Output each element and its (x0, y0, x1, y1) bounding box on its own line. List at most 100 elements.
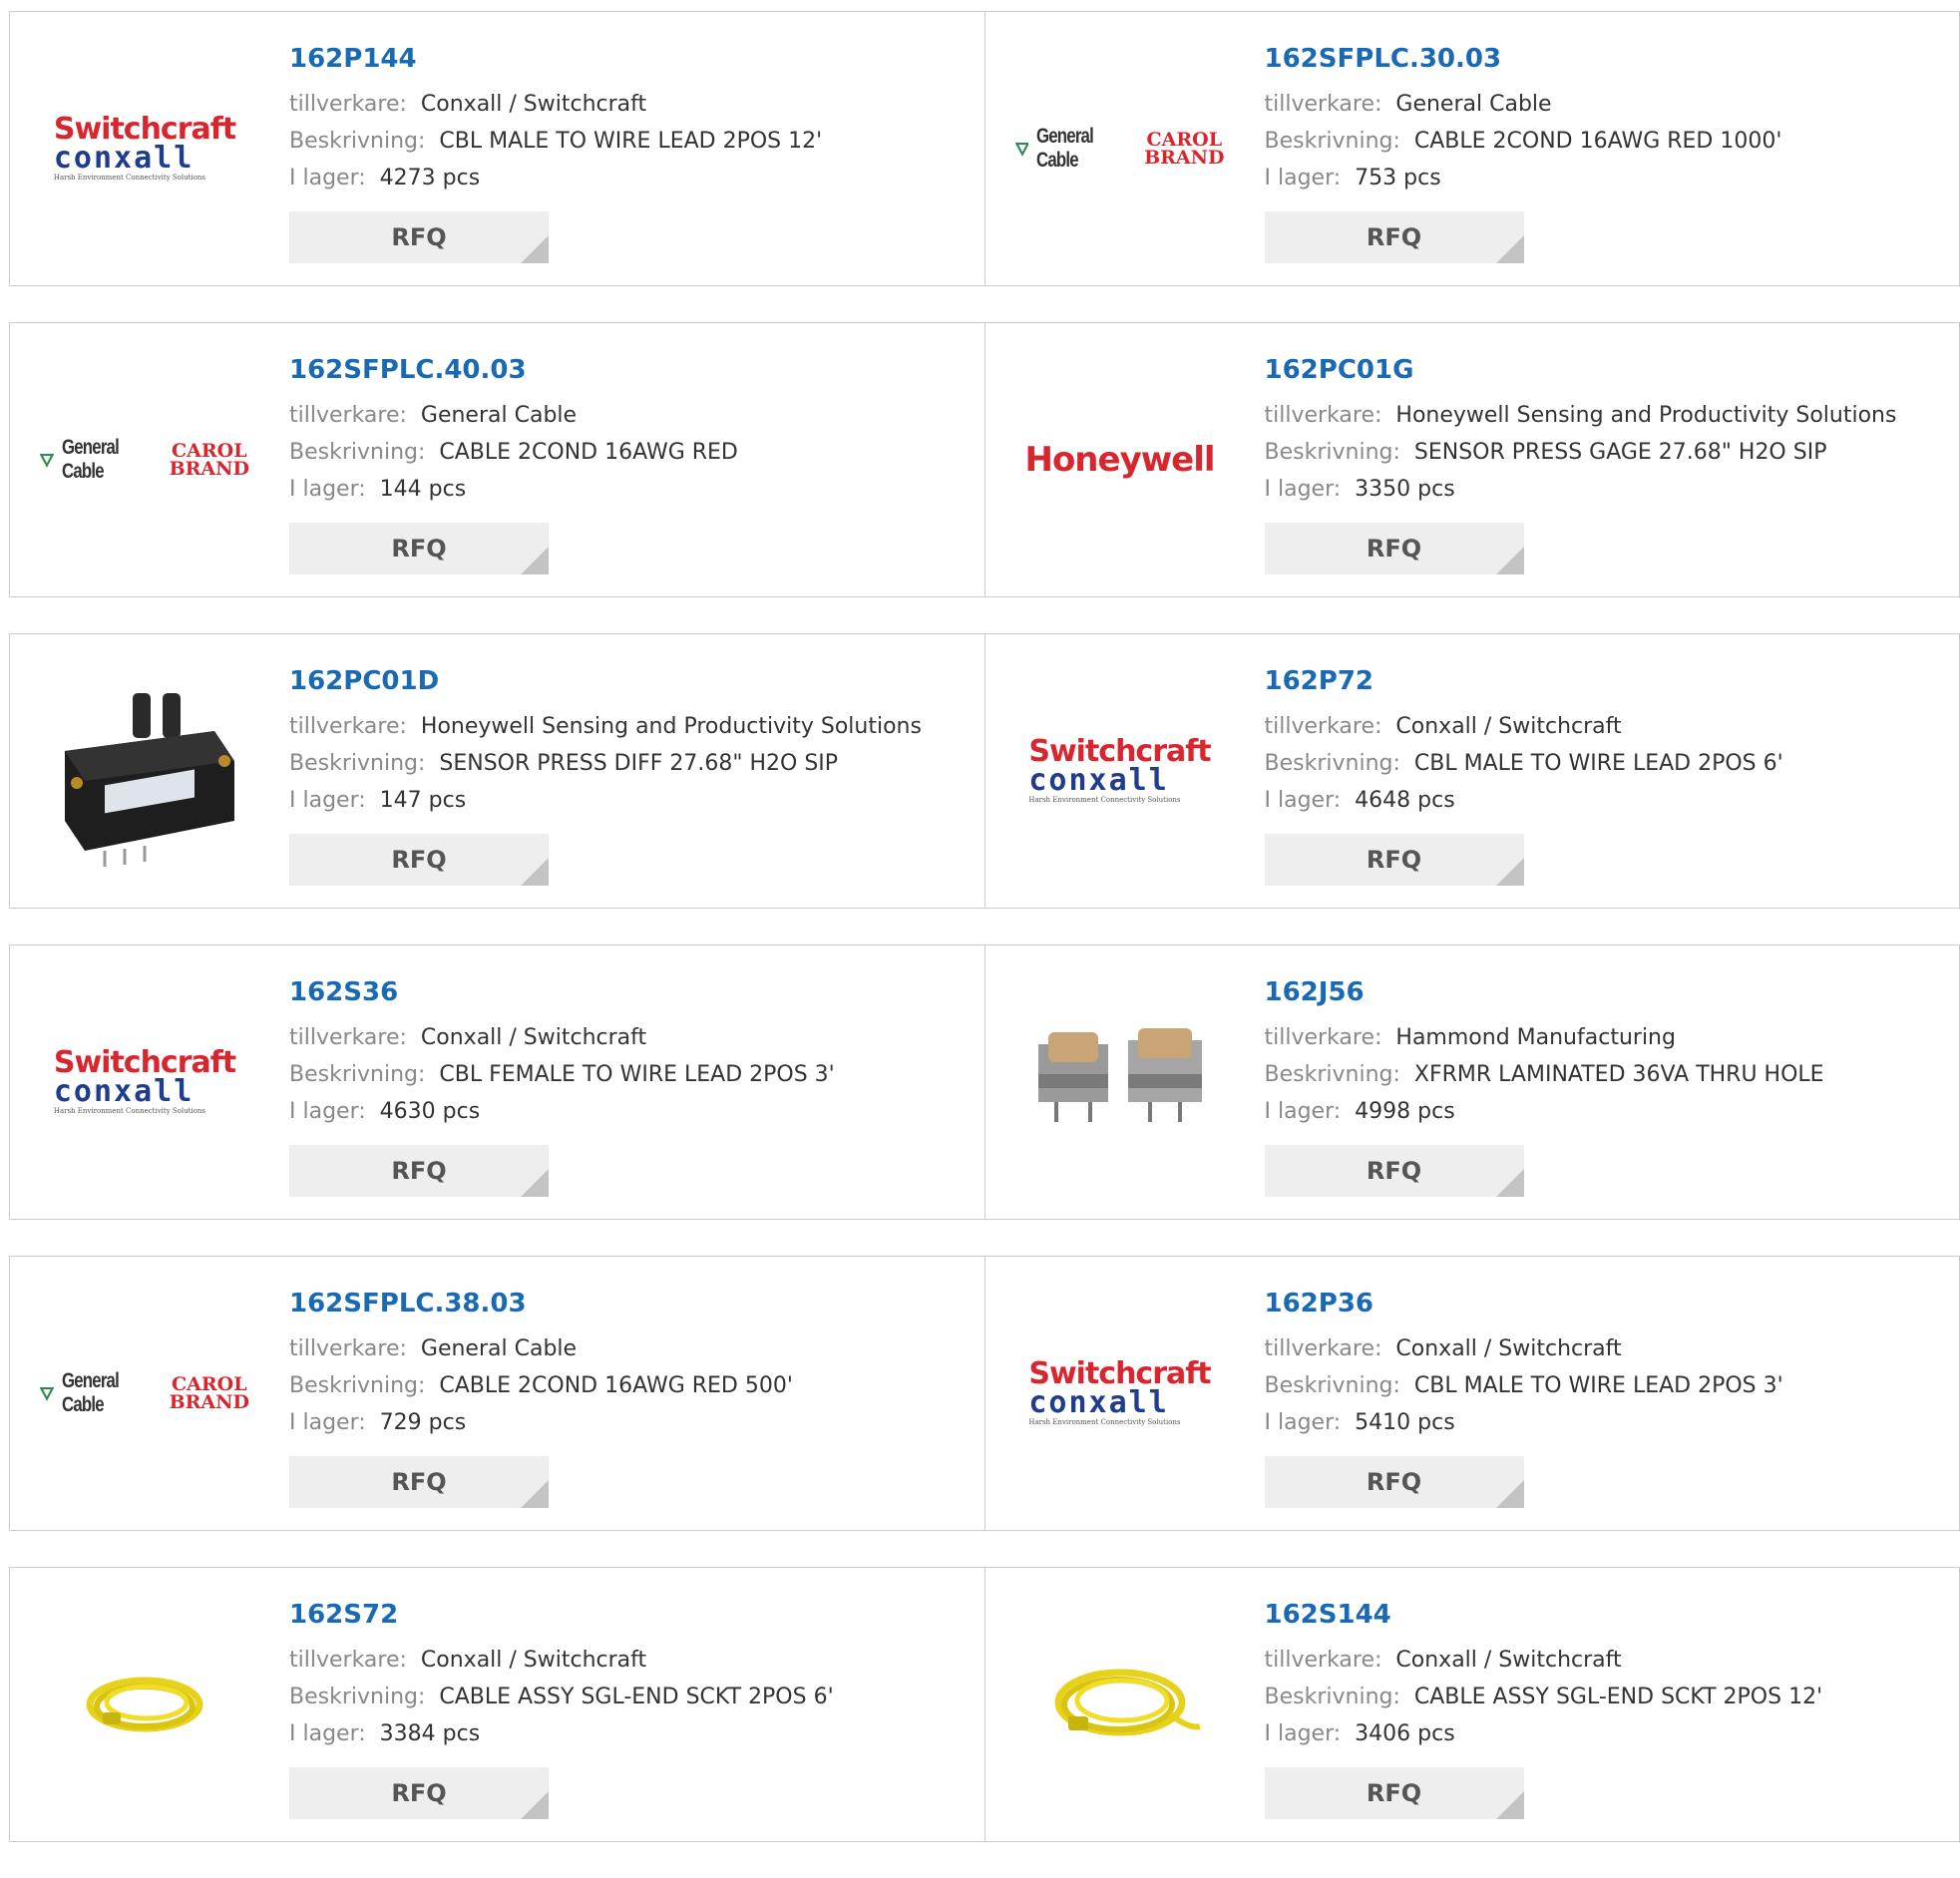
part-number-link[interactable]: 162S36 (289, 975, 968, 1009)
rfq-button[interactable]: RFQ (289, 1145, 549, 1197)
manufacturer-label: tillverkare: (1265, 403, 1382, 428)
rfq-button[interactable]: RFQ (1265, 834, 1524, 886)
product-card: General Cable CAROLBRAND 162SFPLC.40.03 … (9, 322, 985, 597)
stock-value: 4648 pcs (1355, 788, 1455, 813)
product-card: 162S144 tillverkare:Conxall / Switchcraf… (985, 1567, 1960, 1842)
stock-line: I lager:729 pcs (289, 1404, 968, 1441)
stock-value: 4998 pcs (1355, 1099, 1455, 1124)
carol-brand-mark: CAROLBRAND (1144, 131, 1224, 167)
product-card: General Cable CAROLBRAND 162SFPLC.38.03 … (9, 1256, 985, 1531)
stock-line: I lager:4273 pcs (289, 160, 968, 196)
product-grid: Switchcraft conxall Harsh Environment Co… (9, 11, 1960, 1878)
part-number-link[interactable]: 162PC01D (289, 664, 968, 698)
manufacturer-line: tillverkare:Conxall / Switchcraft (289, 1019, 968, 1056)
manufacturer-label: tillverkare: (289, 714, 407, 739)
cable-coil-icon (1020, 1605, 1220, 1804)
stock-line: I lager:147 pcs (289, 782, 968, 819)
product-card: Switchcraft conxall Harsh Environment Co… (9, 944, 985, 1220)
switchcraft-logo[interactable]: Switchcraft conxall Harsh Environment Co… (40, 977, 249, 1187)
rfq-button[interactable]: RFQ (289, 211, 549, 263)
product-card: Switchcraft conxall Harsh Environment Co… (985, 1256, 1960, 1531)
part-number-link[interactable]: 162P36 (1265, 1287, 1943, 1320)
manufacturer-value: Hammond Manufacturing (1395, 1025, 1676, 1050)
product-row: Switchcraft conxall Harsh Environment Co… (9, 944, 1960, 1220)
description-value: CABLE ASSY SGL-END SCKT 2POS 6' (439, 1685, 833, 1709)
rfq-label: RFQ (391, 535, 446, 563)
manufacturer-line: tillverkare:Conxall / Switchcraft (1265, 1642, 1943, 1679)
corner-triangle-icon (521, 1169, 549, 1197)
rfq-button[interactable]: RFQ (1265, 1767, 1524, 1819)
description-line: Beskrivning:SENSOR PRESS GAGE 27.68" H2O… (1265, 434, 1943, 471)
stock-value: 729 pcs (380, 1410, 467, 1435)
description-line: Beskrivning:CABLE 2COND 16AWG RED 1000' (1265, 123, 1943, 160)
pressure-sensor-photo[interactable] (40, 666, 249, 876)
part-number-link[interactable]: 162P144 (289, 42, 968, 76)
product-info: 162SFPLC.30.03 tillverkare:General Cable… (1265, 42, 1943, 196)
rfq-button[interactable]: RFQ (1265, 211, 1524, 263)
switchcraft-logo[interactable]: Switchcraft conxall Harsh Environment Co… (40, 44, 249, 253)
stock-label: I lager: (1265, 166, 1342, 190)
general-cable-logo[interactable]: General Cable CAROLBRAND (40, 1289, 249, 1498)
part-number-link[interactable]: 162J56 (1265, 975, 1943, 1009)
stock-value: 3350 pcs (1355, 477, 1455, 502)
corner-triangle-icon (521, 858, 549, 886)
part-number-link[interactable]: 162PC01G (1265, 353, 1943, 387)
manufacturer-value: Honeywell Sensing and Productivity Solut… (421, 714, 922, 739)
product-card: 162PC01D tillverkare: Honeywell Sensing a… (9, 633, 985, 909)
product-info: 162SFPLC.40.03 tillverkare:General Cable… (289, 353, 968, 508)
rfq-button[interactable]: RFQ (1265, 523, 1524, 574)
product-info: 162S72 tillverkare:Conxall / Switchcraft… (289, 1598, 968, 1752)
transformer-photo[interactable] (1015, 977, 1225, 1187)
switchcraft-logo[interactable]: Switchcraft conxall Harsh Environment Co… (1015, 666, 1225, 876)
rfq-button[interactable]: RFQ (289, 1456, 549, 1508)
honeywell-logo[interactable]: Honeywell (1015, 355, 1225, 564)
rfq-label: RFQ (1367, 846, 1421, 874)
description-line: Beskrivning:CBL MALE TO WIRE LEAD 2POS 1… (289, 123, 968, 160)
part-number-link[interactable]: 162SFPLC.38.03 (289, 1287, 968, 1320)
product-info: 162J56 tillverkare:Hammond Manufacturing… (1265, 975, 1943, 1130)
description-label: Beskrivning: (289, 1062, 425, 1087)
description-value: CABLE 2COND 16AWG RED 500' (439, 1373, 793, 1398)
yellow-cable-photo[interactable] (40, 1600, 249, 1809)
yellow-cable-photo[interactable] (1015, 1600, 1225, 1809)
general-cable-wordmark: General Cable (1036, 125, 1116, 173)
stock-value: 753 pcs (1355, 166, 1441, 190)
product-info: 162SFPLC.38.03 tillverkare:General Cable… (289, 1287, 968, 1441)
general-cable-wordmark: General Cable (62, 436, 142, 484)
manufacturer-value: Conxall / Switchcraft (1395, 714, 1621, 739)
manufacturer-value: General Cable (421, 403, 577, 428)
part-number-link[interactable]: 162SFPLC.40.03 (289, 353, 968, 387)
corner-triangle-icon (521, 1791, 549, 1819)
rfq-button[interactable]: RFQ (289, 523, 549, 574)
rfq-button[interactable]: RFQ (1265, 1456, 1524, 1508)
part-number-link[interactable]: 162S144 (1265, 1598, 1943, 1632)
switchcraft-logo[interactable]: Switchcraft conxall Harsh Environment Co… (1015, 1289, 1225, 1498)
stock-value: 5410 pcs (1355, 1410, 1455, 1435)
stock-line: I lager:4998 pcs (1265, 1093, 1943, 1130)
rfq-label: RFQ (1367, 535, 1421, 563)
rfq-label: RFQ (391, 1157, 446, 1185)
pressure-sensor-icon (45, 671, 244, 871)
stock-label: I lager: (289, 477, 366, 502)
product-info: 162P36 tillverkare:Conxall / Switchcraft… (1265, 1287, 1943, 1441)
manufacturer-label: tillverkare: (1265, 1336, 1382, 1361)
rfq-button[interactable]: RFQ (289, 834, 549, 886)
general-cable-logo[interactable]: General Cable CAROLBRAND (1015, 44, 1225, 253)
product-info: 162S36 tillverkare:Conxall / Switchcraft… (289, 975, 968, 1130)
manufacturer-value: General Cable (1395, 92, 1551, 117)
part-number-link[interactable]: 162P72 (1265, 664, 1943, 698)
stock-label: I lager: (289, 166, 366, 190)
rfq-button[interactable]: RFQ (1265, 1145, 1524, 1197)
rfq-button[interactable]: RFQ (289, 1767, 549, 1819)
rfq-label: RFQ (391, 223, 446, 251)
manufacturer-line: tillverkare:Conxall / Switchcraft (1265, 708, 1943, 745)
stock-label: I lager: (1265, 788, 1342, 813)
part-number-link[interactable]: 162SFPLC.30.03 (1265, 42, 1943, 76)
stock-line: I lager:3406 pcs (1265, 1715, 1943, 1752)
part-number-link[interactable]: 162S72 (289, 1598, 968, 1632)
conxall-wordmark: conxall (1028, 1389, 1210, 1417)
general-cable-logo[interactable]: General Cable CAROLBRAND (40, 355, 249, 564)
stock-line: I lager: 4648 pcs (1265, 782, 1943, 819)
stock-value: 144 pcs (380, 477, 467, 502)
description-label: Beskrivning: (1265, 1062, 1400, 1087)
